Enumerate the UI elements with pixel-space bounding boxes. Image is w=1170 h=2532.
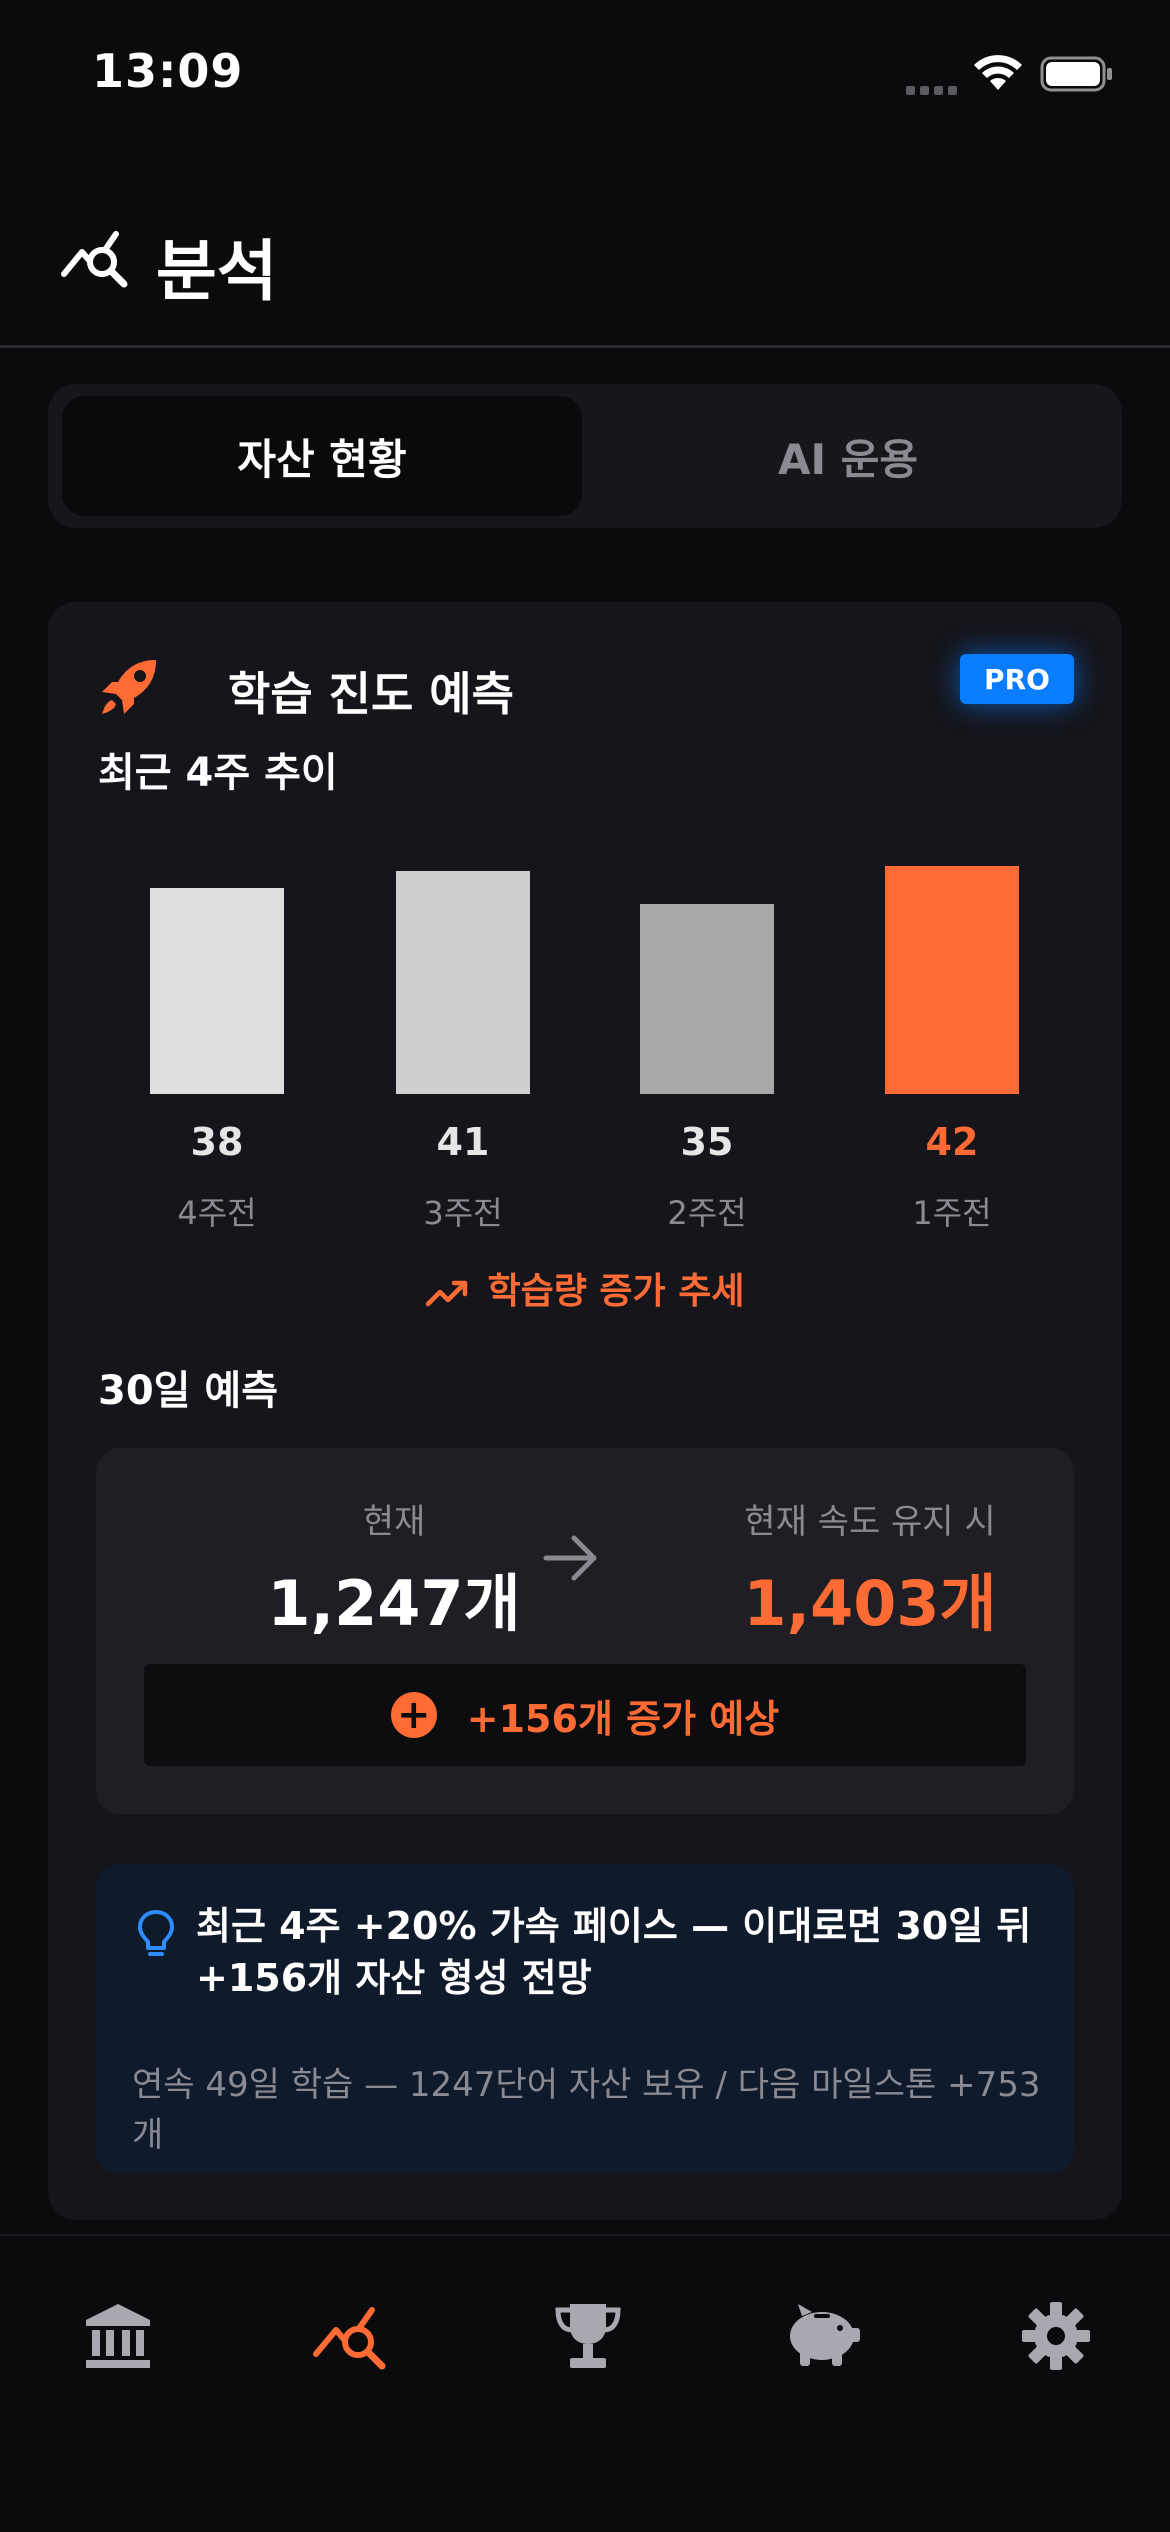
wifi-icon — [974, 55, 1022, 90]
progress-forecast-card: 학습 진도 예측 PRO 최근 4주 추이 38 4주전 41 3주전 35 2주전 42 1… — [48, 602, 1122, 2220]
chart-bar — [150, 888, 284, 1094]
nav-item-assets[interactable] — [68, 2286, 168, 2386]
trend-text: 학습량 증가 추세 — [487, 1271, 745, 1312]
bank-icon — [86, 2304, 150, 2368]
status-time: 13:09 — [92, 44, 244, 98]
current-label: 현재 — [362, 1502, 426, 1542]
chart-category-label: 3주전 — [423, 1194, 503, 1232]
analytics-icon — [61, 231, 128, 288]
current-value: 1,247개 — [267, 1567, 521, 1640]
trophy-icon — [555, 2304, 621, 2368]
forecast-title: 30일 예측 — [98, 1368, 278, 1414]
analytics-icon — [313, 2307, 386, 2370]
chart-bar — [885, 866, 1019, 1094]
trending-up-icon — [425, 1280, 467, 1307]
nav-item-achievements[interactable] — [538, 2286, 638, 2386]
chart-category-label: 2주전 — [667, 1194, 747, 1232]
insight-box: 최근 4주 +20% 가속 페이스 — 이대로면 30일 뒤 +156개 자산 … — [96, 1864, 1074, 2174]
gear-icon — [1022, 2302, 1090, 2370]
chart-bar — [396, 871, 530, 1094]
chart-bar-value: 38 — [190, 1120, 244, 1164]
projected-value: 1,403개 — [743, 1567, 997, 1640]
increase-text: +156개 증가 예상 — [466, 1696, 780, 1741]
pro-badge: PRO — [960, 654, 1074, 704]
card-title: 학습 진도 예측 — [228, 667, 514, 721]
insight-main-text: 최근 4주 +20% 가속 페이스 — 이대로면 30일 뒤 +156개 자산 … — [196, 1904, 1032, 2000]
cellular-signal-icon — [906, 80, 962, 99]
card-header: 학습 진도 예측 — [98, 652, 1078, 732]
chart-category-label: 4주전 — [177, 1194, 257, 1232]
chart-bar — [640, 904, 774, 1094]
nav-item-savings[interactable] — [772, 2286, 872, 2386]
rocket-icon — [102, 660, 156, 714]
tab-ai-management[interactable]: AI 운용 — [588, 396, 1108, 516]
chart-category-label: 1주전 — [912, 1194, 992, 1232]
projected-label: 현재 속도 유지 시 — [744, 1502, 996, 1542]
chart-bar-value: 35 — [680, 1120, 734, 1164]
bottom-nav — [0, 2236, 1170, 2532]
insight-sub-text: 연속 49일 학습 — 1247단어 자산 보유 / 다음 마일스톤 +753개 — [132, 2065, 1041, 2155]
increase-banner: + +156개 증가 예상 — [144, 1664, 1026, 1766]
trend-indicator: 학습량 증가 추세 — [48, 1262, 1122, 1314]
page-header: 분석 — [0, 200, 1170, 346]
piggy-bank-icon — [790, 2304, 860, 2366]
projected-column: 현재 속도 유지 시 1,403개 — [660, 1494, 1080, 1643]
plus-circle-icon: + — [390, 1692, 437, 1738]
nav-item-analytics[interactable] — [302, 2286, 402, 2386]
nav-item-settings[interactable] — [1006, 2286, 1106, 2386]
current-column: 현재 1,247개 — [184, 1494, 604, 1643]
forecast-box: 현재 1,247개 현재 속도 유지 시 1,403개 + +156개 증가 예… — [96, 1448, 1074, 1814]
chart-bar-value: 42 — [925, 1120, 979, 1164]
page-title: 분석 — [156, 233, 278, 310]
lightbulb-icon — [138, 1910, 174, 1956]
chart-subtitle: 최근 4주 추이 — [98, 750, 338, 796]
segmented-tabs: 자산 현황 AI 운용 — [48, 384, 1122, 528]
header-divider — [0, 345, 1170, 348]
weekly-bar-chart: 38 4주전 41 3주전 35 2주전 42 1주전 — [48, 802, 1122, 1272]
tab-asset-status[interactable]: 자산 현황 — [62, 396, 582, 516]
arrow-right-icon — [543, 1535, 597, 1581]
status-bar: 13:09 — [0, 0, 1170, 140]
battery-icon — [1040, 56, 1112, 92]
chart-bar-value: 41 — [436, 1120, 490, 1164]
